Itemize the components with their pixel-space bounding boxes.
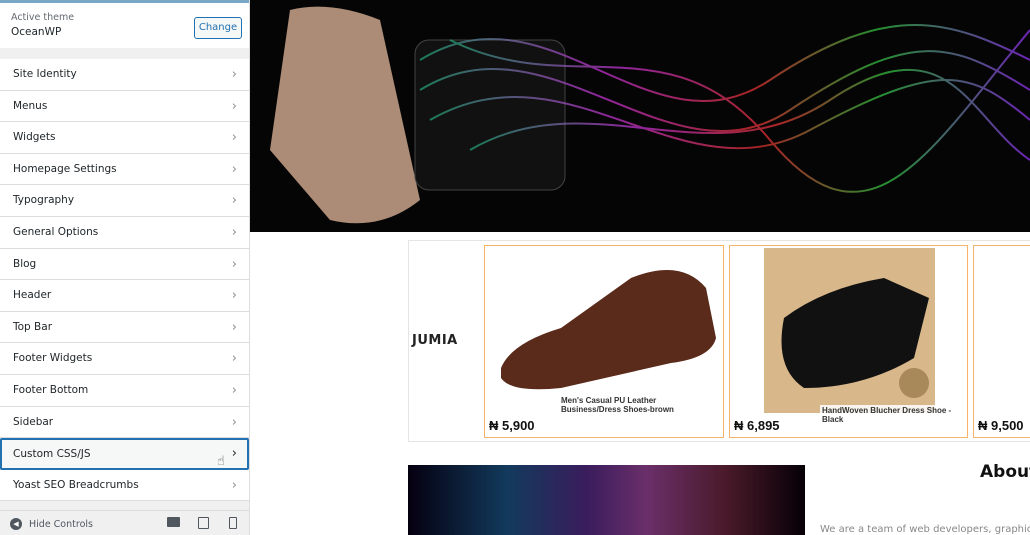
jumia-logo: JUMIA: [412, 333, 458, 348]
chevron-right-icon: ›: [231, 414, 237, 430]
chevron-right-icon: ›: [231, 351, 237, 367]
chevron-right-icon: ›: [231, 98, 237, 114]
chevron-right-icon: ›: [231, 319, 237, 335]
menu-item-label: Site Identity: [13, 68, 77, 80]
menu-item-site-identity[interactable]: Site Identity ›: [0, 59, 249, 91]
chevron-right-icon: ›: [231, 446, 237, 462]
menu-item-footer-bottom[interactable]: Footer Bottom ›: [0, 374, 249, 407]
chevron-right-icon: ›: [231, 256, 237, 272]
chevron-right-icon: ›: [231, 382, 237, 398]
product-card[interactable]: ₦ 9,500: [973, 245, 1030, 438]
collapse-icon: ◀: [10, 518, 22, 530]
menu-item-header[interactable]: Header ›: [0, 280, 249, 312]
product-card[interactable]: Men's Casual PU Leather Business/Dress S…: [484, 245, 724, 438]
menu-item-yoast-seo-breadcrumbs[interactable]: Yoast SEO Breadcrumbs ›: [0, 469, 249, 502]
product-image: [491, 248, 717, 413]
menu-item-label: Homepage Settings: [13, 162, 117, 175]
active-theme-panel: Active theme OceanWP Change: [0, 0, 249, 48]
menu-item-label: Header: [13, 289, 52, 302]
hide-controls-label: Hide Controls: [29, 518, 93, 530]
chevron-right-icon: ›: [231, 193, 237, 209]
menu-item-label: Yoast SEO Breadcrumbs: [13, 478, 139, 491]
change-theme-button[interactable]: Change: [194, 17, 242, 39]
chevron-right-icon: ›: [231, 130, 237, 146]
menu-item-label: Blog: [13, 257, 37, 270]
product-carousel: JUMIA Men's Casual PU Leather Business/D…: [408, 240, 1030, 442]
product-price: ₦ 6,895: [734, 418, 780, 433]
menu-item-widgets[interactable]: Widgets ›: [0, 122, 249, 154]
chevron-right-icon: ›: [231, 224, 237, 240]
about-heading: About: [980, 462, 1030, 482]
menu-item-label: Menus: [13, 99, 48, 112]
product-name: HandWoven Blucher Dress Shoe - Black: [820, 405, 967, 425]
customizer-sidebar: Active theme OceanWP Change Site Identit…: [0, 0, 250, 535]
menu-item-top-bar[interactable]: Top Bar ›: [0, 311, 249, 344]
menu-item-menus[interactable]: Menus ›: [0, 90, 249, 123]
chevron-right-icon: ›: [231, 161, 237, 177]
mobile-preview-icon[interactable]: [229, 517, 237, 529]
menu-item-homepage-settings[interactable]: Homepage Settings ›: [0, 153, 249, 186]
hero-image: [250, 0, 1030, 232]
menu-item-label: Footer Bottom: [13, 383, 89, 396]
chevron-right-icon: ›: [231, 288, 237, 304]
chevron-right-icon: ›: [231, 477, 237, 493]
menu-item-footer-widgets[interactable]: Footer Widgets ›: [0, 343, 249, 375]
desktop-preview-icon[interactable]: [167, 517, 180, 527]
hero-wave-graphic: [270, 6, 1030, 224]
product-card[interactable]: HandWoven Blucher Dress Shoe - Black ₦ 6…: [729, 245, 968, 438]
menu-item-label: Sidebar: [13, 415, 54, 428]
menu-item-sidebar[interactable]: Sidebar ›: [0, 406, 249, 439]
menu-item-label: General Options: [13, 225, 99, 238]
menu-item-label: Widgets: [13, 131, 56, 144]
theme-name: OceanWP: [11, 26, 62, 38]
menu-item-blog[interactable]: Blog ›: [0, 248, 249, 281]
product-image: [764, 248, 935, 413]
customizer-footer: ◀ Hide Controls: [0, 510, 249, 535]
menu-item-typography[interactable]: Typography ›: [0, 185, 249, 217]
product-name: Men's Casual PU Leather Business/Dress S…: [559, 395, 719, 415]
product-image: [980, 248, 1030, 413]
menu-item-label: Typography: [13, 194, 75, 207]
menu-item-general-options[interactable]: General Options ›: [0, 216, 249, 249]
chevron-right-icon: ›: [231, 67, 237, 82]
about-text: We are a team of web developers, graphic: [820, 524, 1030, 535]
menu-item-custom-css-js[interactable]: Custom CSS/JS › ☝: [0, 438, 249, 470]
menu-item-label: Footer Widgets: [13, 352, 93, 365]
customizer-menu: Site Identity › Menus › Widgets › Homepage Set…: [0, 59, 249, 502]
hide-controls-button[interactable]: ◀ Hide Controls: [10, 518, 93, 530]
tablet-preview-icon[interactable]: [198, 517, 209, 529]
product-price: ₦ 9,500: [978, 418, 1024, 433]
product-price: ₦ 5,900: [489, 418, 535, 433]
menu-item-label: Custom CSS/JS: [13, 448, 91, 461]
about-image: [408, 465, 805, 535]
menu-item-label: Top Bar: [13, 320, 53, 333]
active-theme-label: Active theme: [11, 12, 75, 23]
